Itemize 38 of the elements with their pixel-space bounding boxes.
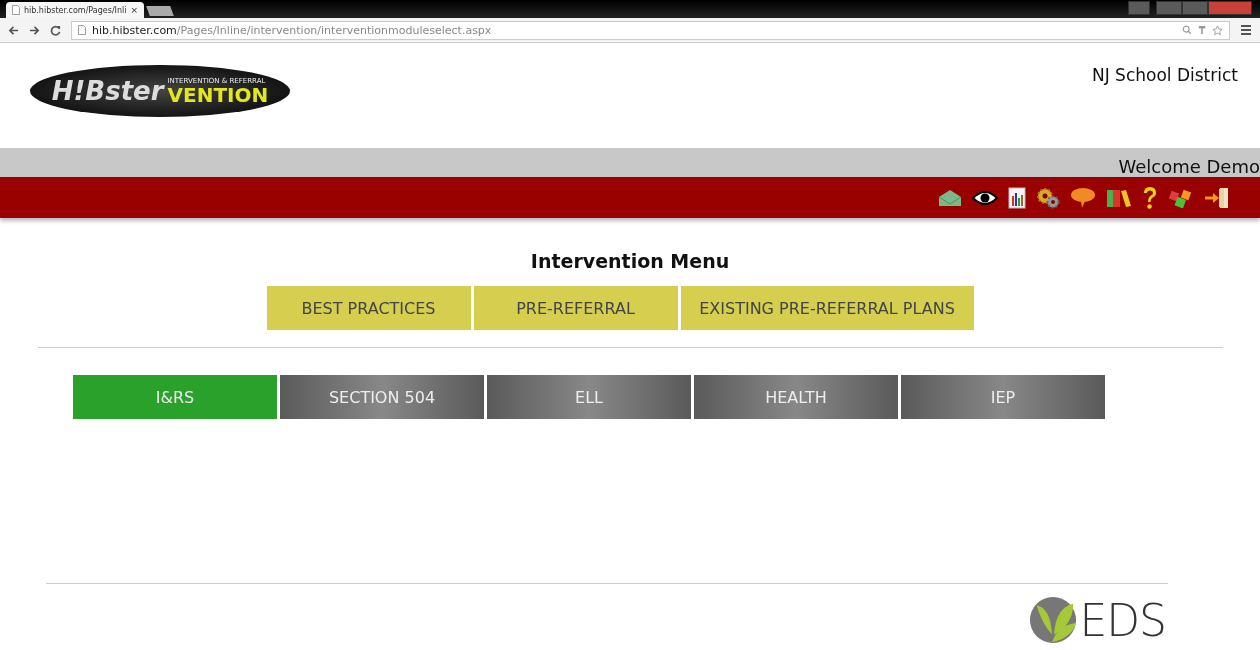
address-bar[interactable]: hib.hibster.com/Pages/Inline/intervention/interventionmoduleselect.aspx: [71, 20, 1230, 40]
zoom-icon[interactable]: [1182, 25, 1192, 35]
menu-button[interactable]: EXISTING PRE-REFERRAL PLANS: [680, 286, 974, 330]
speech-bubble-icon[interactable]: [1070, 186, 1096, 209]
new-tab-button[interactable]: [146, 6, 174, 16]
menu-title: Intervention Menu: [530, 250, 730, 272]
leaf-logo-icon: [1029, 596, 1078, 644]
chart-icon[interactable]: [1008, 186, 1026, 209]
page-icon: [78, 25, 86, 35]
logo-text: EDS: [1079, 594, 1166, 646]
envelope-icon[interactable]: [938, 188, 962, 207]
district-name: NJ School District: [1091, 65, 1238, 85]
welcome-text: Welcome Demo: [1118, 156, 1260, 177]
close-button[interactable]: [1208, 1, 1252, 15]
browser-tab[interactable]: hib.hibster.com/Pages/Inli ×: [6, 2, 144, 18]
menu-button[interactable]: BEST PRACTICES: [266, 286, 471, 330]
exit-door-icon[interactable]: [1204, 186, 1230, 209]
reload-icon[interactable]: [50, 24, 61, 36]
menu-button[interactable]: PRE-REFERRAL: [473, 286, 678, 330]
logo-brand: H!Bster: [51, 76, 164, 106]
tab-close-button[interactable]: ×: [130, 5, 138, 15]
url-text: hib.hibster.com/Pages/Inline/intervention/interventionmoduleselect.aspx: [92, 23, 492, 37]
forward-icon[interactable]: [29, 24, 40, 36]
module-tab[interactable]: HEALTH: [694, 375, 898, 419]
gears-icon[interactable]: [1036, 186, 1060, 209]
module-tab[interactable]: SECTION 504: [280, 375, 484, 419]
eye-icon[interactable]: [972, 189, 998, 206]
star-icon[interactable]: [1212, 24, 1223, 36]
books-icon[interactable]: [1106, 187, 1132, 208]
question-mark-icon[interactable]: [1142, 185, 1158, 210]
module-tab[interactable]: IEP: [901, 375, 1105, 419]
menu-icon[interactable]: [1240, 25, 1252, 35]
page-icon: [12, 5, 20, 15]
tab-title: hib.hibster.com/Pages/Inli: [23, 5, 127, 15]
cubes-icon[interactable]: [1168, 187, 1194, 208]
module-tab[interactable]: ELL: [487, 375, 691, 419]
logo-word: VENTION: [167, 84, 269, 105]
back-icon[interactable]: [8, 24, 19, 36]
